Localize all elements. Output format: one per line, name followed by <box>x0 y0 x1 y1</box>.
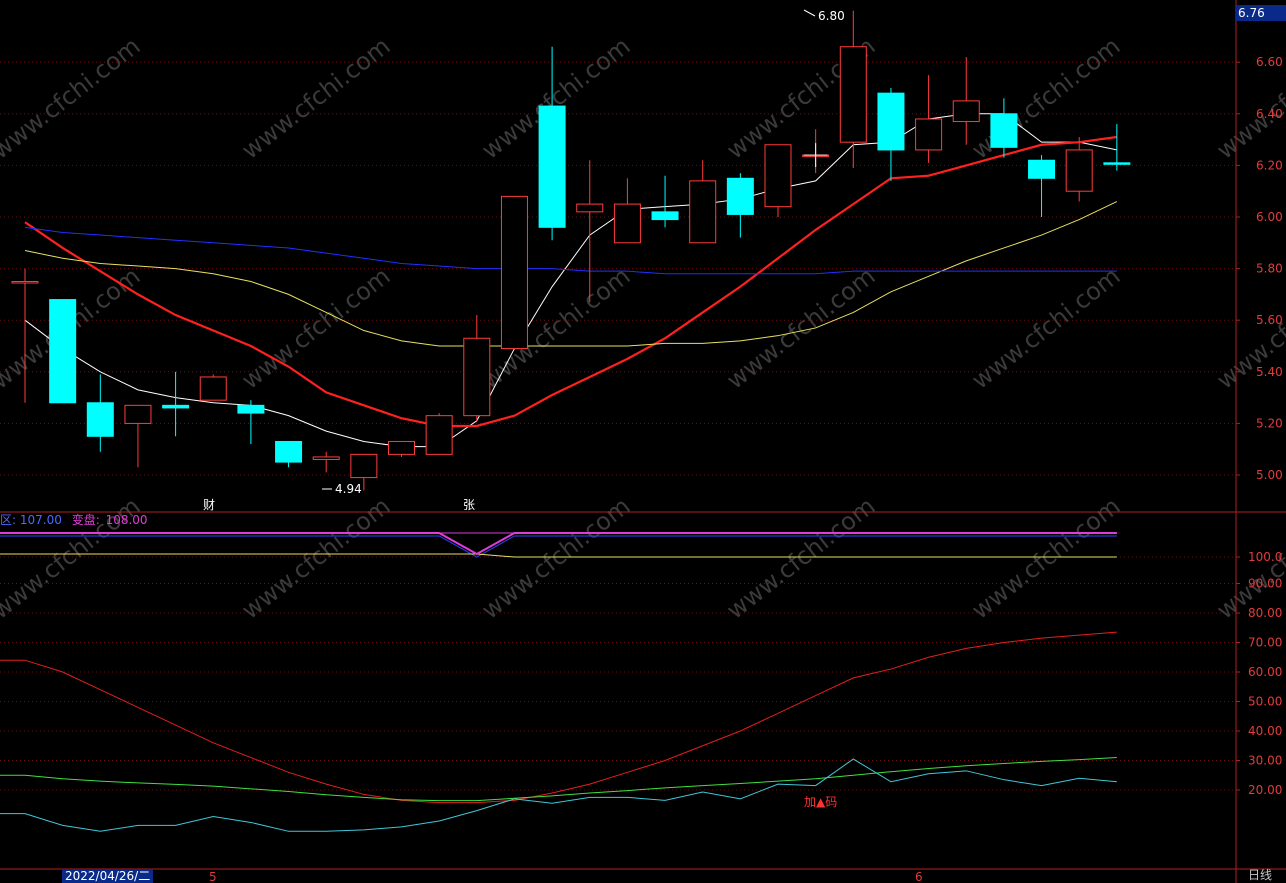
legend-item-1: 区: 107.00 <box>0 513 62 527</box>
legend-item-2-value: 108.00 <box>105 513 148 527</box>
chip-signal-label: 加▲码 <box>804 795 837 809</box>
candle-body[interactable] <box>199 376 227 401</box>
indicator-tick-label: 20.00 <box>1248 783 1282 797</box>
high-marker: 6.80 <box>803 9 845 23</box>
candle-body[interactable] <box>1103 162 1131 165</box>
price-tick-label: 5.40 <box>1256 365 1283 379</box>
indicator-tick-label: 60.00 <box>1248 665 1282 679</box>
candle-body[interactable] <box>764 144 792 208</box>
watermark: www.cfchi.com <box>1211 32 1286 165</box>
candle-body[interactable] <box>576 203 604 213</box>
indicator2-line-1 <box>0 631 1117 804</box>
indicator-tick-label: 30.00 <box>1248 754 1282 768</box>
ma-line-2 <box>24 135 1117 428</box>
candle-body[interactable] <box>11 281 39 284</box>
moving-average-lines <box>24 113 1118 448</box>
candle-body[interactable] <box>651 211 679 221</box>
candle-body[interactable] <box>162 404 190 409</box>
candle-body[interactable] <box>1065 149 1093 192</box>
indicator-tick-label: 70.00 <box>1248 636 1282 650</box>
candle-body[interactable] <box>839 46 867 143</box>
indicator-tick-label: 100.0 <box>1248 550 1282 564</box>
month-marker-5: 5 <box>209 870 217 883</box>
watermark: www.cfchi.com <box>966 262 1125 395</box>
event-marker-cai[interactable]: 财 <box>203 498 215 512</box>
price-tick-label: 5.80 <box>1256 262 1283 276</box>
price-tick-label: 5.20 <box>1256 416 1283 430</box>
candle-body[interactable] <box>877 92 905 151</box>
candle-body[interactable] <box>86 402 114 437</box>
price-tick-label: 6.20 <box>1256 158 1283 172</box>
candle-body[interactable] <box>463 337 491 417</box>
candle-body[interactable] <box>613 203 641 244</box>
candle-body[interactable] <box>990 113 1018 148</box>
candle-body[interactable] <box>500 195 528 350</box>
candle-body[interactable] <box>538 105 566 228</box>
indicator2-lines <box>0 631 1117 832</box>
low-label: 4.94 <box>335 482 362 496</box>
event-marker-zhang[interactable]: 张 <box>463 498 475 512</box>
candle-body[interactable] <box>1028 159 1056 179</box>
high-label: 6.80 <box>818 9 845 23</box>
indicator-tick-label: 50.00 <box>1248 695 1282 709</box>
price-tick-label: 5.00 <box>1256 468 1283 482</box>
indicator-tick-label: 80.00 <box>1248 606 1282 620</box>
stock-chart[interactable]: www.cfchi.com www.cfchi.com www.cfchi.com w… <box>0 0 1286 883</box>
watermark: www.cfchi.com <box>236 32 395 165</box>
candle-body[interactable] <box>237 404 265 414</box>
indicator2-line-2 <box>0 757 1117 802</box>
candle-body[interactable] <box>425 415 453 455</box>
candle-body[interactable] <box>312 456 340 461</box>
candle-body[interactable] <box>350 453 378 479</box>
indicator-tick-label: 90.00 <box>1248 577 1282 591</box>
price-tick-label: 6.60 <box>1256 55 1283 69</box>
candle-body[interactable] <box>49 299 77 404</box>
period-selector[interactable]: 日线 <box>1238 868 1286 883</box>
candle-body[interactable] <box>275 440 303 463</box>
candle-body[interactable] <box>726 177 754 215</box>
price-tick-label: 6.40 <box>1256 107 1283 121</box>
current-price-tag: 6.76 <box>1236 5 1286 21</box>
watermark: www.cfchi.com <box>0 32 145 165</box>
month-marker-6: 6 <box>915 870 923 883</box>
low-marker: 4.94 <box>322 482 362 496</box>
indicator-tick-label: 40.00 <box>1248 724 1282 738</box>
price-tick-label: 5.60 <box>1256 313 1283 327</box>
candle-body[interactable] <box>124 404 152 424</box>
candle-body[interactable] <box>915 118 943 151</box>
candle-body[interactable] <box>952 100 980 123</box>
ma-line-1 <box>24 113 1117 448</box>
indicator-legend: 区: 107.00 变盘: 108.00 <box>0 513 148 527</box>
candle-body[interactable] <box>388 440 415 455</box>
legend-item-2-name: 变盘: <box>71 513 100 527</box>
price-tick-label: 6.00 <box>1256 210 1283 224</box>
cursor-date-label: 2022/04/26/二 <box>62 869 154 883</box>
watermark: www.cfchi.com <box>236 262 395 395</box>
candle-body[interactable] <box>689 180 717 244</box>
price-axis: 6.60 6.40 6.20 6.00 5.80 5.60 5.40 5.20 5.00 100.… <box>0 0 1286 883</box>
